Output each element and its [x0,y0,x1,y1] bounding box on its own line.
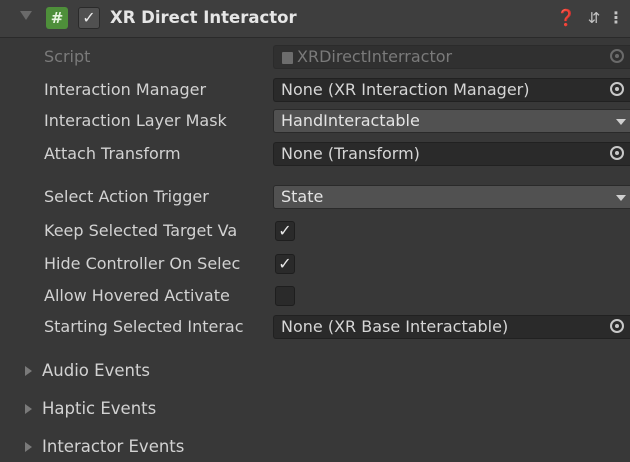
component-enabled-checkbox[interactable]: ✓ [78,7,100,29]
property-row-allow-hovered-activate: Allow Hovered Activate [0,283,630,309]
expand-arrow-icon [25,366,32,376]
property-label: Hide Controller On Selec [44,254,241,273]
attach-transform-field[interactable]: None (Transform) [273,142,630,166]
property-label: Keep Selected Target Va [44,221,238,240]
dropdown-value: HandInteractable [281,111,420,130]
collapse-arrow-icon[interactable] [20,11,32,20]
preset-icon[interactable]: ⇵ [584,7,604,29]
expand-arrow-icon [25,442,32,452]
property-label: Select Action Trigger [44,187,209,206]
field-value: XRDirectInterractor [297,47,453,66]
dropdown-value: State [281,187,324,206]
property-row-hide-controller-on-select: Hide Controller On Selec ✓ [0,251,630,277]
field-value: None (XR Interaction Manager) [281,80,530,99]
hash-icon: # [46,7,68,29]
property-label: Interaction Manager [44,80,207,99]
property-row-select-action-trigger: Select Action Trigger State [0,184,630,210]
interaction-manager-field[interactable]: None (XR Interaction Manager) [273,78,630,102]
property-label: Script [44,47,91,66]
field-value: None (Transform) [281,144,420,163]
help-icon[interactable]: ❓ [556,7,576,29]
script-field: XRDirectInterractor [273,45,630,69]
property-row-keep-selected-target-valid: Keep Selected Target Va ✓ [0,218,630,244]
script-file-icon [282,52,293,64]
select-action-trigger-dropdown[interactable]: State [273,185,630,209]
property-row-script: Script XRDirectInterractor [0,44,630,70]
property-label: Starting Selected Interac [44,317,244,336]
property-label: Interaction Layer Mask [44,111,227,130]
foldout-label: Haptic Events [42,399,157,418]
allow-hovered-activate-checkbox[interactable] [275,286,295,306]
object-picker-icon[interactable] [610,82,624,96]
object-picker-icon [610,49,624,63]
foldout-label: Audio Events [42,361,151,380]
hide-controller-on-select-checkbox[interactable]: ✓ [275,254,295,274]
property-row-attach-transform: Attach Transform None (Transform) [0,141,630,167]
property-row-interaction-manager: Interaction Manager None (XR Interaction… [0,77,630,103]
field-value: None (XR Base Interactable) [281,317,509,336]
property-row-interaction-layer-mask: Interaction Layer Mask HandInteractable [0,108,630,134]
chevron-down-icon [616,119,626,125]
starting-selected-interactable-field[interactable]: None (XR Base Interactable) [273,315,630,339]
component-header: # ✓ XR Direct Interactor ❓ ⇵ ⋮ [0,0,630,38]
context-menu-icon[interactable]: ⋮ [608,7,624,29]
object-picker-icon[interactable] [610,319,624,333]
foldout-audio-events[interactable]: Audio Events [0,356,630,386]
property-row-starting-selected-interactable: Starting Selected Interac None (XR Base … [0,314,630,340]
interaction-layer-mask-dropdown[interactable]: HandInteractable [273,109,630,133]
keep-selected-target-valid-checkbox[interactable]: ✓ [275,221,295,241]
chevron-down-icon [616,195,626,201]
property-label: Attach Transform [44,144,181,163]
foldout-haptic-events[interactable]: Haptic Events [0,394,630,424]
object-picker-icon[interactable] [610,146,624,160]
expand-arrow-icon [25,404,32,414]
component-title: XR Direct Interactor [110,8,297,27]
property-label: Allow Hovered Activate [44,286,230,305]
